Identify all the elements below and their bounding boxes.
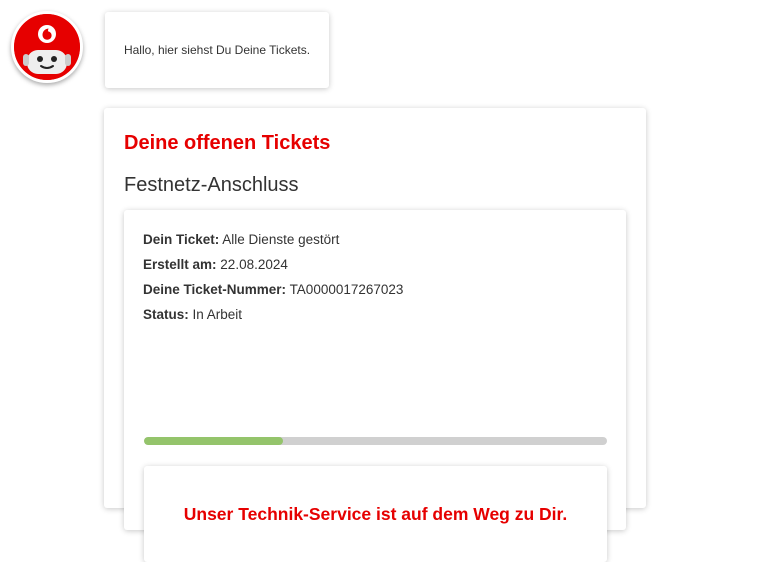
status-progress-fill: [144, 437, 283, 445]
ticket-value: Alle Dienste gestört: [222, 232, 340, 247]
ticket-number-row: Deine Ticket-Nummer: TA0000017267023: [143, 282, 403, 297]
status-row: Status: In Arbeit: [143, 307, 242, 322]
ticket-number-value: TA0000017267023: [289, 282, 404, 297]
service-notice: Unser Technik-Service ist auf dem Weg zu…: [144, 466, 607, 562]
ticket-label: Dein Ticket:: [143, 232, 220, 247]
created-label: Erstellt am:: [143, 257, 217, 272]
ticket-number-label: Deine Ticket-Nummer:: [143, 282, 287, 297]
status-progress-bar: [144, 437, 607, 445]
status-label: Status:: [143, 307, 189, 322]
ticket-category: Festnetz-Anschluss: [124, 174, 299, 196]
created-row: Erstellt am: 22.08.2024: [143, 257, 288, 272]
avatar: [11, 11, 83, 83]
created-value: 22.08.2024: [220, 257, 288, 272]
greeting-bubble: Hallo, hier siehst Du Deine Tickets.: [105, 12, 329, 88]
ticket-panel: Dein Ticket: Alle Dienste gestört Erstel…: [124, 210, 626, 562]
greeting-text: Hallo, hier siehst Du Deine Tickets.: [123, 43, 311, 57]
vodafone-robot-avatar-icon: [14, 14, 80, 80]
service-notice-text: Unser Technik-Service ist auf dem Weg zu…: [183, 503, 568, 524]
ticket-row: Dein Ticket: Alle Dienste gestört: [143, 232, 339, 247]
status-value: In Arbeit: [192, 307, 243, 322]
card-title: Deine offenen Tickets: [124, 132, 331, 154]
open-tickets-card: Deine offenen Tickets Festnetz-Anschluss…: [104, 108, 646, 562]
